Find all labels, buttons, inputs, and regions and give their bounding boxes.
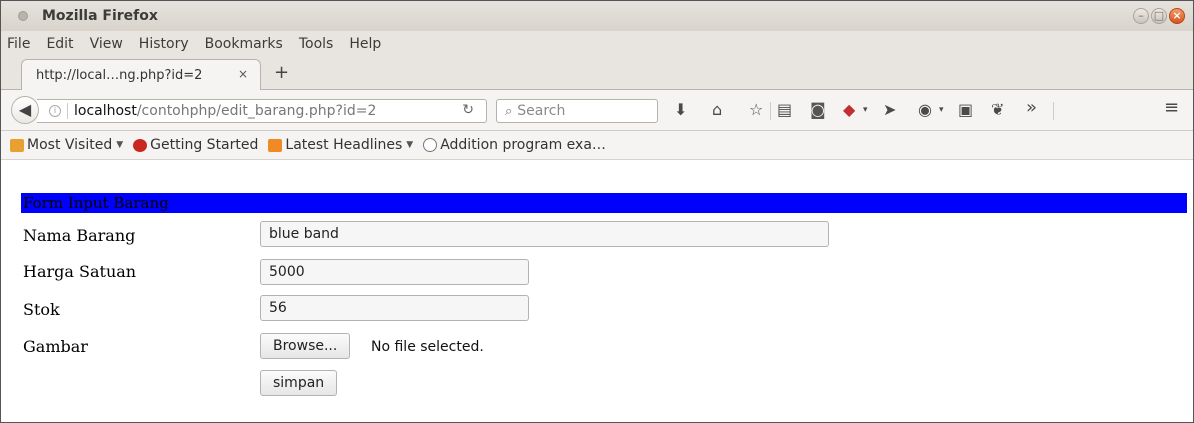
toolbar-divider xyxy=(770,102,771,120)
menu-view[interactable]: View xyxy=(82,36,131,52)
downloads-box-icon[interactable]: ▣ xyxy=(958,100,973,120)
back-button[interactable]: ◀ xyxy=(11,96,39,124)
browse-file-button[interactable]: Browse... xyxy=(260,333,351,359)
bookmark-most-visited[interactable]: Most Visited ▼ xyxy=(10,137,123,153)
bookmarks-toolbar: Most Visited ▼ Getting Started Latest He… xyxy=(1,131,1193,160)
bookmark-getting-started[interactable]: Getting Started xyxy=(133,137,258,153)
menu-edit[interactable]: Edit xyxy=(38,36,81,52)
simpan-button[interactable]: simpan xyxy=(260,370,338,396)
addon-dropdown-icon[interactable]: ▾ xyxy=(863,100,868,120)
harga-satuan-label: Harga Satuan xyxy=(23,262,137,281)
menu-bookmarks[interactable]: Bookmarks xyxy=(197,36,291,52)
bookmark-label: Most Visited xyxy=(27,137,113,153)
pocket-icon[interactable]: ◙ xyxy=(810,100,826,120)
new-tab-button[interactable]: + xyxy=(274,62,289,83)
rss-icon xyxy=(268,138,283,152)
send-tab-icon[interactable]: ➤ xyxy=(883,100,896,120)
minimize-button[interactable]: – xyxy=(1133,8,1149,24)
firefox-icon xyxy=(133,138,148,152)
form-title: Form Input Barang xyxy=(21,193,1187,213)
download-icon[interactable]: ⬇ xyxy=(674,100,687,120)
url-path: /contohphp/edit_barang.php?id=2 xyxy=(136,103,377,119)
site-info-icon[interactable]: i xyxy=(49,105,61,117)
url-divider xyxy=(67,103,68,119)
bookmark-star-icon[interactable]: ☆ xyxy=(749,100,763,120)
bookmark-label: Addition program exa… xyxy=(440,137,606,153)
hamburger-menu-icon[interactable]: ≡ xyxy=(1164,98,1179,118)
search-icon: ⌕ xyxy=(505,103,513,119)
close-window-button[interactable]: × xyxy=(1169,8,1185,24)
chevron-down-icon: ▼ xyxy=(406,140,414,150)
globe-icon xyxy=(423,138,438,152)
bookmark-latest-headlines[interactable]: Latest Headlines ▼ xyxy=(268,137,413,153)
back-arrow-icon: ◀ xyxy=(18,100,32,119)
stok-label: Stok xyxy=(23,300,60,319)
window-menu-icon[interactable] xyxy=(18,11,28,21)
chevron-down-icon: ▼ xyxy=(116,140,124,150)
window-title: Mozilla Firefox xyxy=(42,8,158,24)
maximize-button[interactable]: □ xyxy=(1151,8,1167,24)
bookmark-addition-program[interactable]: Addition program exa… xyxy=(423,137,606,153)
menu-file[interactable]: File xyxy=(7,36,38,52)
bookmark-label: Latest Headlines xyxy=(285,137,403,153)
home-icon[interactable]: ⌂ xyxy=(712,100,722,120)
stok-input[interactable] xyxy=(260,295,529,321)
browser-window: Mozilla Firefox – □ × File Edit View His… xyxy=(0,0,1194,423)
privacy-addon-icon[interactable]: ◉ xyxy=(918,100,932,120)
search-placeholder: Search xyxy=(517,103,566,119)
menu-bar: File Edit View History Bookmarks Tools H… xyxy=(1,31,1193,57)
file-status: No file selected. xyxy=(371,339,484,355)
tab-strip: http://local…ng.php?id=2 × + xyxy=(1,57,1193,90)
window-controls: – □ × xyxy=(1133,8,1185,24)
title-bar: Mozilla Firefox – □ × xyxy=(1,1,1193,31)
extension-icon[interactable]: ❦ xyxy=(991,100,1004,120)
url-bar[interactable]: i localhost/contohphp/edit_barang.php?id… xyxy=(37,99,487,123)
privacy-dropdown-icon[interactable]: ▾ xyxy=(939,100,944,120)
reload-icon[interactable]: ↻ xyxy=(462,102,474,118)
search-input[interactable]: ⌕ Search xyxy=(496,99,658,123)
nama-barang-label: Nama Barang xyxy=(23,226,136,245)
menu-history[interactable]: History xyxy=(131,36,197,52)
gambar-label: Gambar xyxy=(23,337,88,356)
screenshot-addon-icon[interactable]: ◆ xyxy=(843,100,855,120)
tab-close-icon[interactable]: × xyxy=(238,67,248,81)
harga-satuan-input[interactable] xyxy=(260,259,529,285)
reading-list-icon[interactable]: ▤ xyxy=(777,100,792,120)
folder-icon xyxy=(10,138,24,152)
navigation-toolbar: i localhost/contohphp/edit_barang.php?id… xyxy=(1,90,1193,131)
toolbar-divider-2 xyxy=(1053,102,1054,120)
overflow-chevron-icon[interactable]: » xyxy=(1026,98,1037,118)
menu-help[interactable]: Help xyxy=(341,36,389,52)
bookmark-label: Getting Started xyxy=(150,137,259,153)
page-content: Form Input Barang Nama Barang Harga Satu… xyxy=(1,187,1193,422)
menu-tools[interactable]: Tools xyxy=(291,36,342,52)
tab-title: http://local…ng.php?id=2 xyxy=(36,67,203,83)
url-host: localhost xyxy=(74,103,137,119)
tab-edit-barang[interactable]: http://local…ng.php?id=2 × xyxy=(21,59,261,90)
nama-barang-input[interactable] xyxy=(260,221,829,247)
